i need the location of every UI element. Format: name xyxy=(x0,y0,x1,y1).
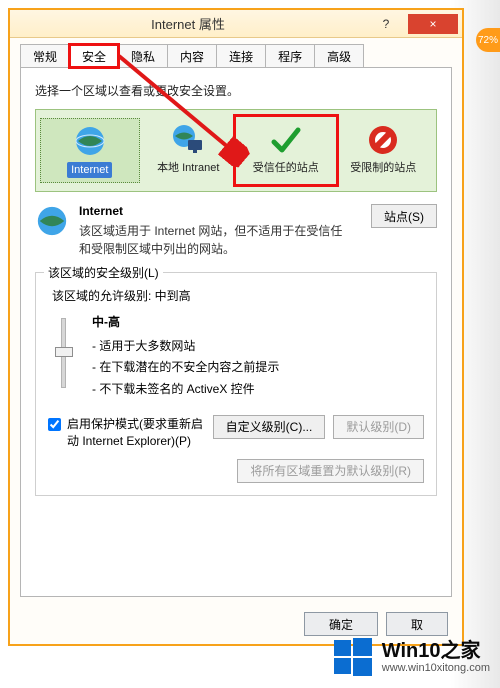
globe-icon xyxy=(72,123,108,159)
zone-label: 受限制的站点 xyxy=(350,161,416,175)
zone-restricted-sites[interactable]: 受限制的站点 xyxy=(335,118,433,183)
tab-panel-security: 选择一个区域以查看或更改安全设置。 Internet xyxy=(20,67,452,597)
level-name: 中-高 xyxy=(92,312,424,334)
default-level-button[interactable]: 默认级别(D) xyxy=(333,415,424,439)
security-level-group: 该区域的安全级别(L) 该区域的允许级别: 中到高 中-高 - 适用于大多数网站… xyxy=(35,272,437,495)
zone-internet[interactable]: Internet xyxy=(40,118,140,183)
sites-button[interactable]: 站点(S) xyxy=(371,204,437,228)
zone-desc-title: Internet xyxy=(79,204,361,218)
level-slider[interactable] xyxy=(48,312,78,400)
tab-general[interactable]: 常规 xyxy=(20,44,70,68)
prohibited-icon xyxy=(365,122,401,158)
zone-instruction: 选择一个区域以查看或更改安全设置。 xyxy=(35,82,437,99)
zone-label: Internet xyxy=(67,162,112,178)
window-title: Internet 属性 xyxy=(10,14,366,33)
tab-privacy[interactable]: 隐私 xyxy=(118,44,168,68)
watermark: Win10之家 www.win10xitong.com xyxy=(332,636,490,678)
level-bullet: - 适用于大多数网站 xyxy=(92,336,424,358)
zone-trusted-sites[interactable]: 受信任的站点 xyxy=(237,118,335,183)
watermark-sub: www.win10xitong.com xyxy=(382,662,490,674)
globe-monitor-icon xyxy=(170,122,206,158)
tab-security[interactable]: 安全 xyxy=(69,44,119,68)
custom-level-button[interactable]: 自定义级别(C)... xyxy=(213,415,326,439)
help-button[interactable]: ? xyxy=(366,14,406,34)
tab-content[interactable]: 内容 xyxy=(167,44,217,68)
watermark-main: Win10之家 xyxy=(382,640,490,662)
globe-icon xyxy=(35,204,69,238)
zone-list: Internet 本地 Intranet 受信任的站点 xyxy=(35,109,437,192)
zone-label: 本地 Intranet xyxy=(157,161,219,175)
reset-all-button[interactable]: 将所有区域重置为默认级别(R) xyxy=(237,459,424,483)
level-bullet: - 不下载未签名的 ActiveX 控件 xyxy=(92,379,424,401)
badge: 72% xyxy=(476,28,500,52)
protected-mode-checkbox[interactable] xyxy=(48,418,61,431)
zone-description-row: Internet 该区域适用于 Internet 网站，但不适用于在受信任 和受… xyxy=(35,204,437,258)
checkmark-icon xyxy=(268,122,304,158)
dialog-footer: 确定 取 xyxy=(304,612,448,636)
tab-programs[interactable]: 程序 xyxy=(265,44,315,68)
close-button[interactable]: × xyxy=(408,14,458,34)
tab-strip: 常规 安全 隐私 内容 连接 程序 高级 xyxy=(20,44,452,68)
allowed-levels: 该区域的允许级别: 中到高 xyxy=(52,287,424,304)
group-label: 该区域的安全级别(L) xyxy=(44,264,163,281)
zone-local-intranet[interactable]: 本地 Intranet xyxy=(140,118,238,183)
tab-advanced[interactable]: 高级 xyxy=(314,44,364,68)
zone-label: 受信任的站点 xyxy=(253,161,319,175)
tab-connections[interactable]: 连接 xyxy=(216,44,266,68)
cancel-button[interactable]: 取 xyxy=(386,612,448,636)
titlebar: Internet 属性 ? × xyxy=(10,10,462,38)
zone-desc-text: 该区域适用于 Internet 网站，但不适用于在受信任 和受限制区域中列出的网… xyxy=(79,222,361,258)
ok-button[interactable]: 确定 xyxy=(304,612,378,636)
level-bullet: - 在下载潜在的不安全内容之前提示 xyxy=(92,357,424,379)
windows-logo-icon xyxy=(332,636,374,678)
protected-mode-label: 启用保护模式(要求重新启动 Internet Explorer)(P) xyxy=(67,415,207,449)
